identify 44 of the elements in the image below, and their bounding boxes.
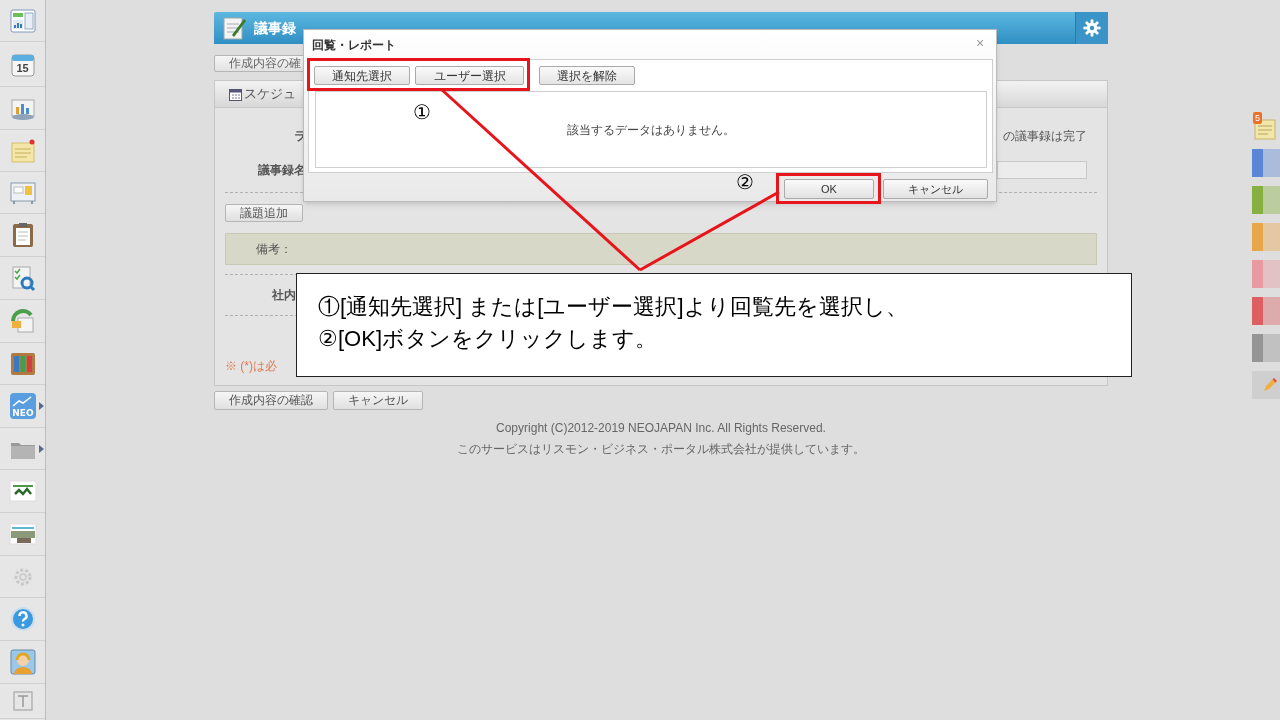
- add-topic-button[interactable]: 議題追加: [225, 204, 303, 222]
- required-note: ※ (*)は必: [225, 358, 277, 375]
- confirm-button[interactable]: 作成内容の確認: [214, 391, 328, 410]
- calendar-icon: [229, 87, 242, 101]
- dialog-title: 回覧・レポート: [312, 37, 396, 54]
- toolbar-button[interactable]: 通知先選択: [314, 66, 410, 85]
- step-marker: ②: [736, 170, 754, 194]
- sidebar-item[interactable]: 15: [0, 42, 45, 87]
- pencil-icon: [1262, 377, 1278, 393]
- step-marker: ①: [413, 100, 431, 124]
- empty-message: 該当するデータはありません。: [567, 121, 735, 139]
- cancel-button[interactable]: キャンセル: [333, 391, 423, 410]
- footer-text: このサービスはリスモン・ビジネス・ポータル株式会社が提供しています。: [457, 442, 865, 457]
- cancel-button[interactable]: キャンセル: [883, 179, 988, 199]
- notepad-icon: [222, 15, 248, 41]
- settings-icon: [1083, 19, 1101, 37]
- icon-label: NEO: [11, 408, 34, 418]
- color-tab[interactable]: [1252, 297, 1280, 325]
- input-field[interactable]: [997, 161, 1087, 179]
- instruction-text: ①[通知先選択] または[ユーザー選択]より回覧先を選択し、: [318, 293, 909, 321]
- color-tab[interactable]: [1252, 149, 1280, 177]
- caret-icon: [39, 402, 44, 410]
- refresh-document-icon: [8, 307, 37, 335]
- remarks-label: 備考：: [256, 241, 292, 258]
- instruction-text: ②[OK]ボタンをクリックします。: [318, 325, 658, 353]
- color-tab[interactable]: [1252, 260, 1280, 288]
- help-icon: [8, 605, 37, 633]
- field-note: の議事録は完了: [1003, 128, 1087, 145]
- dashboard-icon: [8, 6, 37, 35]
- pencil-button[interactable]: [1252, 371, 1280, 399]
- panel-title: スケジュ: [244, 85, 296, 104]
- footer-text: Copyright (C)2012-2019 NEOJAPAN Inc. All Rights Reserved.: [496, 421, 826, 436]
- toolbar-button[interactable]: 選択を解除: [539, 66, 635, 85]
- caret-icon: [39, 444, 44, 453]
- support-person-icon: [8, 648, 37, 676]
- field-label: 社内: [271, 287, 296, 304]
- settings-button[interactable]: [1075, 12, 1108, 44]
- day-number: 15: [15, 62, 30, 75]
- count-badge: 5: [1253, 112, 1262, 124]
- color-tab[interactable]: [1252, 223, 1280, 251]
- color-tab[interactable]: [1252, 186, 1280, 214]
- color-tab[interactable]: [1252, 334, 1280, 362]
- toolbar-button[interactable]: ユーザー選択: [415, 66, 524, 85]
- ok-button[interactable]: OK: [784, 179, 874, 199]
